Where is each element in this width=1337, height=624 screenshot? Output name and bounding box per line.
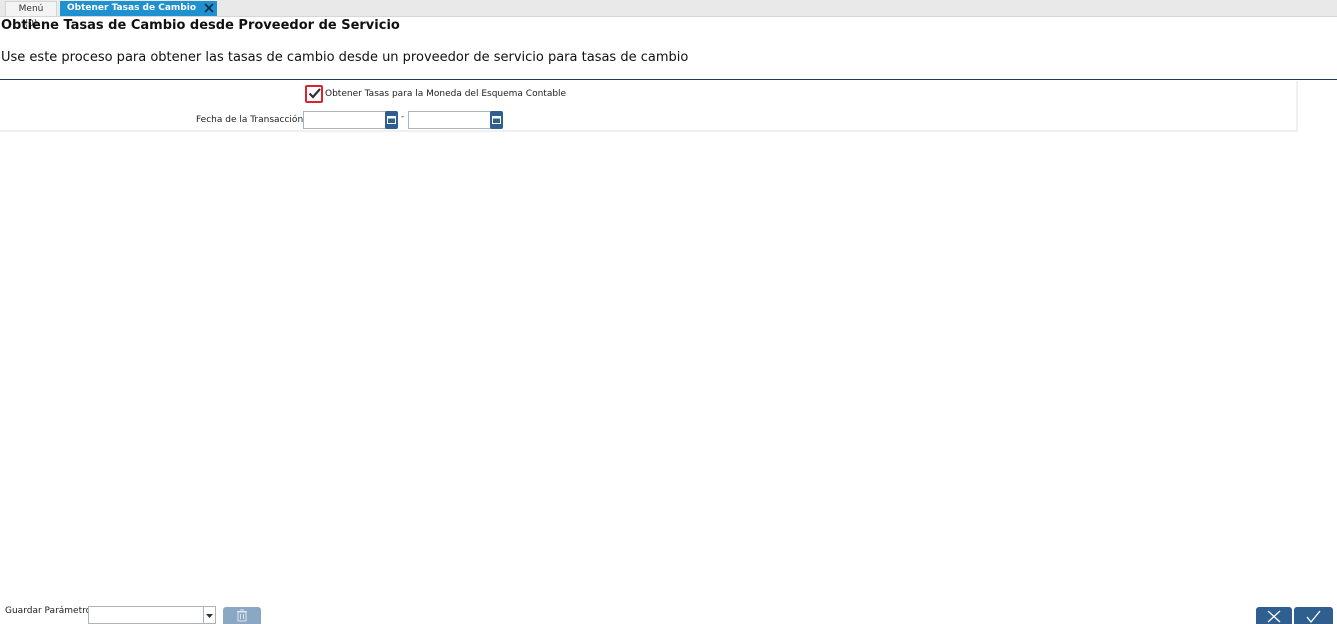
header-divider xyxy=(0,79,1337,80)
tab-process[interactable]: Obtener Tasas de Cambio des... xyxy=(60,1,217,28)
calendar-icon xyxy=(492,116,501,124)
checkbox-label: Obtener Tasas para la Moneda del Esquema… xyxy=(325,89,567,99)
date-from-calendar-button[interactable] xyxy=(385,111,398,129)
cancel-button[interactable] xyxy=(1256,607,1292,624)
tab-bar: Menú (0) Obtener Tasas de Cambio des... xyxy=(0,0,1337,29)
tab-menu[interactable]: Menú (0) xyxy=(5,1,57,29)
close-icon xyxy=(1267,610,1281,623)
parameters-panel xyxy=(0,81,1298,132)
transaction-date-label: Fecha de la Transacción xyxy=(196,115,304,125)
checkmark-icon xyxy=(308,88,321,99)
check-icon xyxy=(1306,610,1321,623)
trash-icon xyxy=(237,609,247,622)
date-to-calendar-button[interactable] xyxy=(490,111,503,129)
process-description: Use este proceso para obtener las tasas … xyxy=(1,50,689,65)
date-to-input[interactable] xyxy=(408,111,491,129)
dropdown-button[interactable] xyxy=(203,607,215,623)
save-parameter-label: Guardar Parámetro xyxy=(5,606,92,616)
ok-button[interactable] xyxy=(1294,607,1333,624)
delete-parameter-button[interactable] xyxy=(223,607,261,624)
calendar-icon xyxy=(387,116,396,124)
date-from-input[interactable] xyxy=(303,111,386,129)
currency-schema-checkbox[interactable] xyxy=(305,85,323,103)
save-parameter-select[interactable] xyxy=(88,606,216,624)
close-icon[interactable] xyxy=(203,2,215,14)
chevron-down-icon xyxy=(206,614,213,618)
process-title: Obtiene Tasas de Cambio desde Proveedor … xyxy=(1,18,400,33)
range-separator: - xyxy=(401,112,405,122)
